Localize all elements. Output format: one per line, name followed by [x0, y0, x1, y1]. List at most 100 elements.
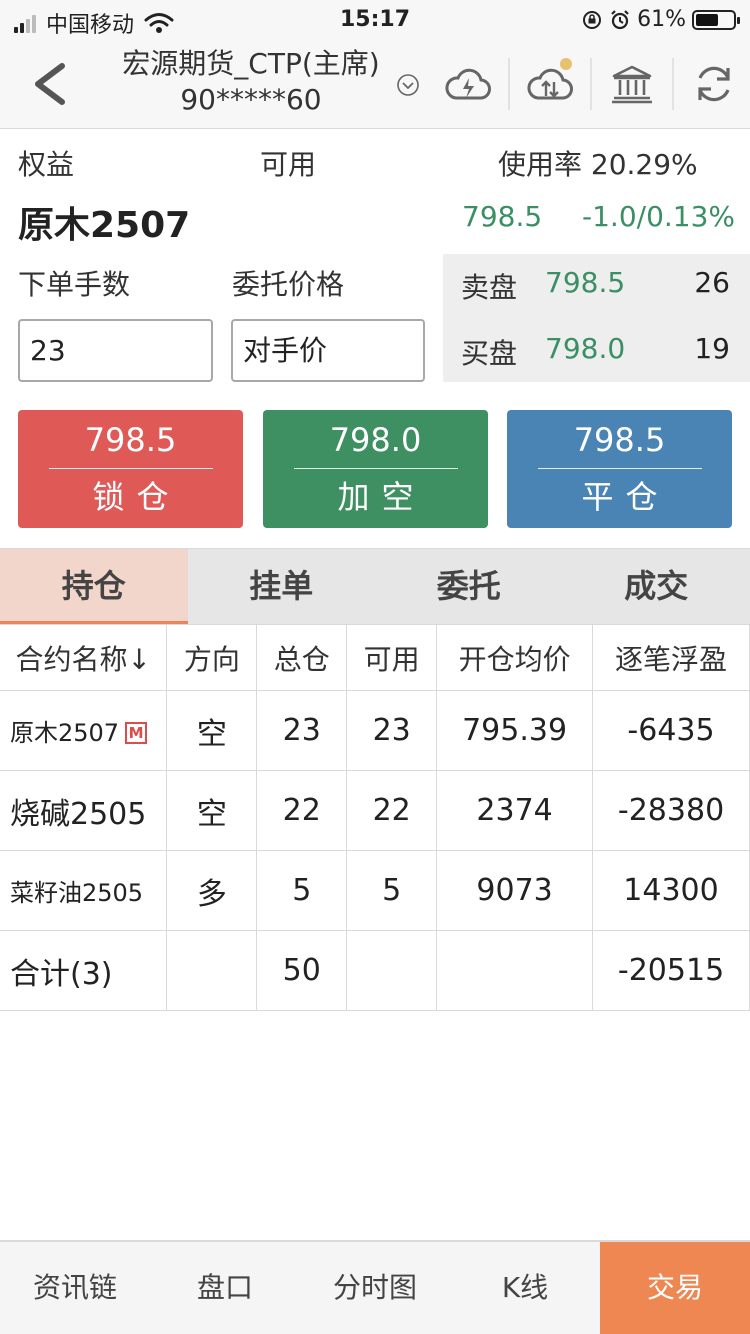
price-change: -1.0/0.13%	[582, 200, 736, 233]
header-direction: 方向	[166, 624, 258, 691]
contract-cell: 原木2507	[10, 719, 120, 747]
row-available: 23	[346, 690, 438, 771]
header-contract[interactable]: 合约名称↓	[0, 624, 168, 691]
row-avg-price: 2374	[436, 770, 594, 851]
lots-input[interactable]: 23	[18, 319, 213, 382]
bottom-nav-news[interactable]: 资讯链	[0, 1242, 150, 1334]
bottom-nav-trade[interactable]: 交易	[600, 1242, 750, 1334]
cloud-flash-button[interactable]	[428, 54, 508, 114]
last-price: 798.5	[462, 200, 543, 233]
order-price-label: 委托价格	[232, 268, 345, 301]
summary-direction	[166, 930, 258, 1011]
row-total: 22	[256, 770, 348, 851]
cloud-lightning-icon	[445, 68, 491, 100]
row-contract: 原木2507 M	[0, 690, 168, 771]
lock-price: 798.5	[84, 421, 177, 459]
summary-avg-price	[436, 930, 594, 1011]
battery-icon	[692, 9, 740, 30]
bid-price[interactable]: 798.0	[545, 332, 625, 365]
header-available: 可用	[346, 624, 438, 691]
broker-name: 宏源期货_CTP(主席)	[122, 47, 380, 80]
row-direction: 空	[166, 770, 258, 851]
status-right: 61%	[581, 7, 740, 32]
lock-position-button[interactable]: 798.5 锁仓	[18, 410, 243, 528]
available-label: 可用	[260, 148, 317, 181]
button-divider	[48, 468, 213, 469]
bottom-nav-quote[interactable]: 盘口	[150, 1242, 300, 1334]
order-price-input[interactable]: 对手价	[231, 319, 425, 382]
tab-orders[interactable]: 委托	[375, 549, 563, 624]
row-contract: 菜籽油2505	[0, 850, 168, 931]
bid-volume: 19	[694, 332, 730, 365]
nav-actions	[428, 54, 750, 114]
equity-label: 权益	[18, 148, 75, 181]
status-bar: 中国移动 15:17 61%	[0, 0, 750, 40]
positions-table: 合约名称↓ 方向 总仓 可用 开仓均价 逐笔浮盈 原木2507 M 空 23 23…	[0, 624, 750, 1011]
alarm-icon	[611, 9, 629, 29]
ask-volume: 26	[694, 266, 730, 299]
chevron-down-icon[interactable]	[396, 73, 420, 97]
rotation-lock-icon	[583, 10, 602, 29]
close-price: 798.5	[573, 421, 666, 459]
row-direction: 多	[166, 850, 258, 931]
ask-price[interactable]: 798.5	[545, 266, 625, 299]
cloud-sync-button[interactable]	[510, 54, 590, 114]
refresh-button[interactable]	[674, 54, 750, 114]
cloud-transfer-icon	[527, 68, 573, 100]
account-number: 90*****60	[180, 83, 322, 116]
order-book: 卖盘 798.5 26 买盘 798.0 19	[443, 254, 750, 382]
tab-pending[interactable]: 挂单	[188, 549, 376, 624]
back-icon[interactable]	[28, 60, 72, 108]
nav-bar: 宏源期货_CTP(主席) 90*****60	[0, 40, 750, 129]
header-pnl: 逐笔浮盈	[592, 624, 750, 691]
close-label: 平仓	[581, 478, 670, 516]
table-header-row: 合约名称↓ 方向 总仓 可用 开仓均价 逐笔浮盈	[0, 624, 750, 691]
button-divider	[537, 468, 702, 469]
notification-dot	[560, 58, 572, 70]
row-direction: 空	[166, 690, 258, 771]
row-pnl: 14300	[592, 850, 750, 931]
bid-label: 买盘	[461, 337, 518, 370]
add-short-button[interactable]: 798.0 加空	[263, 410, 488, 528]
contract-name[interactable]: 原木2507	[18, 196, 190, 248]
tab-positions[interactable]: 持仓	[0, 549, 188, 624]
table-row[interactable]: 原木2507 M 空 23 23 795.39 -6435	[0, 690, 750, 771]
summary-row: 合计(3) 50 -20515	[0, 930, 750, 1011]
lots-label: 下单手数	[18, 268, 131, 301]
bank-icon	[612, 65, 652, 104]
tab-trades[interactable]: 成交	[563, 549, 750, 624]
header-total: 总仓	[256, 624, 348, 691]
bank-button[interactable]	[592, 54, 672, 114]
bottom-nav-kline[interactable]: K线	[450, 1242, 600, 1334]
row-available: 22	[346, 770, 438, 851]
row-pnl: -6435	[592, 690, 750, 771]
table-row[interactable]: 菜籽油2505 多 5 5 9073 14300	[0, 850, 750, 931]
table-row[interactable]: 烧碱2505 空 22 22 2374 -28380	[0, 770, 750, 851]
add-short-price: 798.0	[329, 421, 422, 459]
market-badge-icon: M	[125, 722, 148, 744]
row-avg-price: 795.39	[436, 690, 594, 771]
position-tabs: 持仓 挂单 委托 成交	[0, 548, 750, 624]
row-total: 5	[256, 850, 348, 931]
row-total: 23	[256, 690, 348, 771]
usage-rate: 使用率 20.29%	[498, 148, 698, 181]
row-pnl: -28380	[592, 770, 750, 851]
summary-label: 合计(3)	[0, 930, 168, 1011]
row-contract: 烧碱2505	[0, 770, 168, 851]
add-short-label: 加空	[337, 478, 426, 516]
row-avg-price: 9073	[436, 850, 594, 931]
lock-label: 锁仓	[92, 478, 181, 516]
row-available: 5	[346, 850, 438, 931]
refresh-icon	[698, 66, 730, 102]
bottom-nav: 资讯链 盘口 分时图 K线 交易	[0, 1240, 750, 1334]
battery-percent: 61%	[637, 7, 686, 32]
account-selector[interactable]: 宏源期货_CTP(主席) 90*****60	[90, 46, 412, 118]
summary-pnl: -20515	[592, 930, 750, 1011]
header-avg-price: 开仓均价	[436, 624, 594, 691]
ask-label: 卖盘	[461, 271, 518, 304]
close-position-button[interactable]: 798.5 平仓	[507, 410, 732, 528]
bottom-nav-timeshare[interactable]: 分时图	[300, 1242, 450, 1334]
summary-total: 50	[256, 930, 348, 1011]
summary-available	[346, 930, 438, 1011]
button-divider	[293, 468, 458, 469]
